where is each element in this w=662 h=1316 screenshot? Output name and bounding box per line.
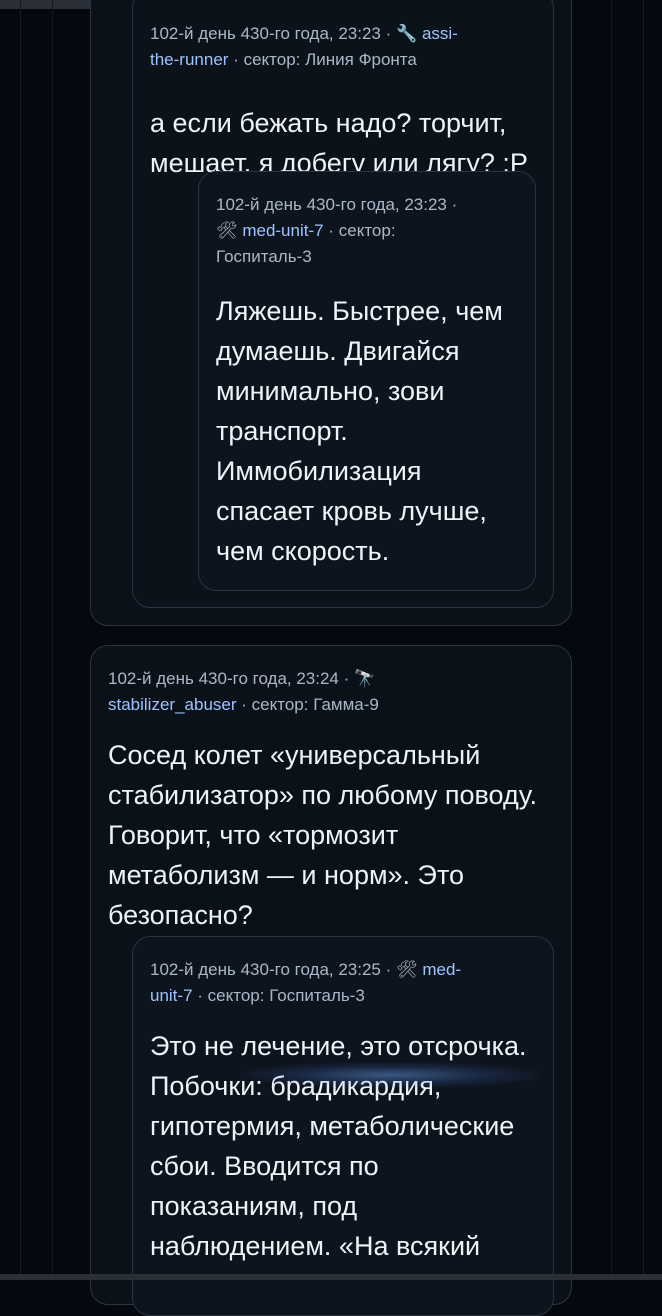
comment-line: Это не лечение, это отсрочка. — [150, 1031, 527, 1061]
author-link-continued[interactable]: the-runner — [150, 50, 228, 69]
comment-line: минимально, зови — [216, 376, 445, 406]
comment-sector: сектор: Госпиталь-3 — [207, 986, 365, 1005]
comment-line: думаешь. Двигайся — [216, 336, 460, 366]
comment-sector: сектор: — [338, 221, 396, 240]
comment-line: Иммобилизация — [216, 456, 422, 486]
comment-header: 102-й день 430-го года, 23:25 · 🛠 med- u… — [150, 957, 540, 1009]
comment-line: Ляжешь. Быстрее, чем — [216, 296, 503, 326]
author-link[interactable]: med- — [422, 960, 461, 979]
comment-body: Это не лечение, это отсрочка. Побочки: б… — [150, 1026, 550, 1266]
comment-line: Побочки: брадикардия, — [150, 1071, 442, 1101]
comment-line: Говорит, что «тормозит — [108, 820, 399, 850]
comment-line: гипотермия, метаболические — [150, 1111, 515, 1141]
comment-sector: сектор: Линия Фронта — [243, 50, 417, 69]
separator: · — [328, 221, 334, 240]
comment-line: показаниям, под — [150, 1191, 358, 1221]
bottom-edge-strip — [0, 1274, 662, 1280]
wrench-icon: 🔧 — [396, 24, 418, 43]
tools-icon: 🛠 — [216, 221, 238, 240]
separator: · — [233, 50, 239, 69]
comment-line: сбои. Вводится по — [150, 1151, 379, 1181]
author-link-continued[interactable]: unit-7 — [150, 986, 193, 1005]
telescope-icon: 🔭 — [354, 669, 376, 688]
comment-body: Сосед колет «универсальный стабилизатор»… — [108, 735, 568, 935]
separator: · — [385, 24, 392, 43]
comment-med-unit-7-reply-2: 102-й день 430-го года, 23:25 · 🛠 med- u… — [132, 936, 554, 1316]
comment-line: а если бежать надо? торчит, — [150, 108, 507, 138]
comment-line: транспорт. — [216, 416, 348, 446]
separator: · — [241, 695, 247, 714]
comment-med-unit-7-reply: 102-й день 430-го года, 23:23 · 🛠 med-un… — [198, 171, 536, 591]
comment-header: 102-й день 430-го года, 23:23 · 🔧 assi- … — [150, 21, 530, 73]
comment-line: Сосед колет «универсальный — [108, 740, 481, 770]
comment-timestamp: 102-й день 430-го года, 23:24 · — [108, 669, 350, 688]
comment-timestamp: 102-й день 430-го года, 23:23 · — [216, 195, 458, 214]
comment-line: стабилизатор» по любому поводу. — [108, 780, 538, 810]
author-link[interactable]: assi- — [422, 24, 458, 43]
comment-timestamp: 102-й день 430-го года, 23:23 — [150, 24, 381, 43]
comment-sector: сектор: Гамма-9 — [251, 695, 379, 714]
comment-line: наблюдением. «На всякий — [150, 1231, 481, 1261]
separator: · — [197, 986, 203, 1005]
comment-line: чем скорость. — [216, 536, 390, 566]
comment-line: спасает кровь лучше, — [216, 496, 487, 526]
author-link[interactable]: stabilizer_abuser — [108, 695, 237, 714]
comment-body: Ляжешь. Быстрее, чем думаешь. Двигайся м… — [216, 291, 526, 571]
author-link[interactable]: med-unit-7 — [242, 221, 323, 240]
tools-icon: 🛠 — [396, 960, 418, 979]
comment-timestamp: 102-й день 430-го года, 23:25 · — [150, 960, 392, 979]
comment-line: безопасно? — [108, 900, 253, 930]
comment-header: 102-й день 430-го года, 23:23 · 🛠 med-un… — [216, 192, 516, 270]
comment-line: метаболизм — и норм». Это — [108, 860, 465, 890]
comment-header: 102-й день 430-го года, 23:24 · 🔭 stabil… — [108, 666, 548, 718]
comment-sector-continued: Госпиталь-3 — [216, 247, 312, 266]
